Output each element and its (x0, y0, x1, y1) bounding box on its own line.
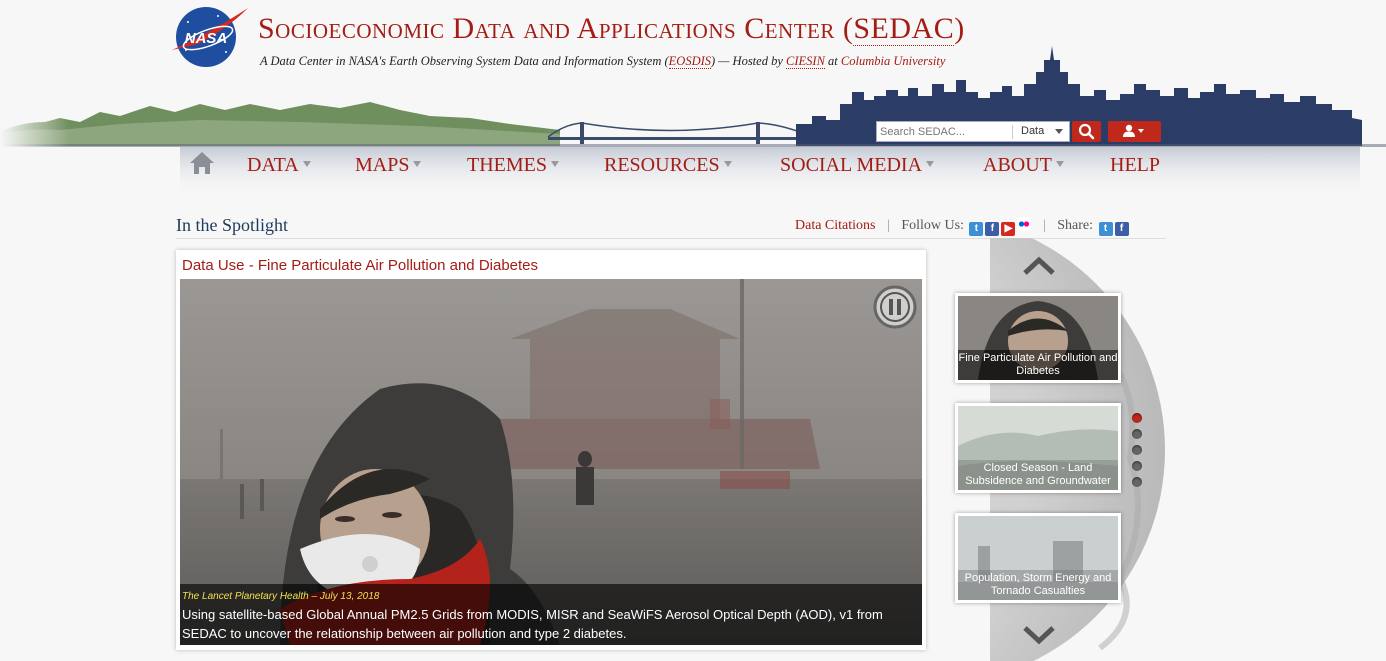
thumbnail-item[interactable]: Fine Particulate Air Pollution and Diabe… (955, 293, 1121, 383)
caret-down-icon (551, 161, 559, 167)
data-citations-link[interactable]: Data Citations (795, 218, 876, 233)
carousel-dot-active[interactable] (1132, 413, 1142, 423)
site-title-abbr: SEDAC (853, 12, 955, 46)
user-menu-button[interactable] (1108, 121, 1161, 142)
nav-data-label: DATA (247, 154, 299, 176)
ciesin-link[interactable]: CIESIN (786, 54, 825, 69)
slide-caption: The Lancet Planetary Health – July 13, 2… (180, 584, 922, 645)
thumbnail-label: Fine Particulate Air Pollution and Diabe… (958, 350, 1118, 380)
caret-down-icon (926, 161, 935, 167)
share-label: Share: (1057, 218, 1094, 233)
thumbnail-label: Population, Storm Energy and Tornado Cas… (958, 570, 1118, 600)
carousel-down-arrow-icon[interactable] (1022, 623, 1056, 647)
caret-down-icon (302, 161, 311, 167)
search-input[interactable] (880, 124, 1006, 139)
divider: | (1042, 218, 1046, 233)
carousel-dot[interactable] (1132, 445, 1142, 455)
follow-us-label: Follow Us: (901, 218, 964, 233)
spotlight-slide[interactable]: Data Use - Fine Particulate Air Pollutio… (176, 250, 926, 650)
tagline-part2: ) — Hosted by (711, 54, 787, 68)
tagline-part1: A Data Center in NASA's Earth Observing … (260, 54, 669, 68)
site-title-end: ) (954, 12, 965, 45)
caption-text: Using satellite-based Global Annual PM2.… (182, 607, 883, 641)
home-icon[interactable] (188, 150, 216, 176)
pause-button[interactable] (873, 285, 917, 329)
nav-social-media-label: SOCIAL MEDIA (780, 154, 923, 176)
nav-help[interactable]: HELP (1110, 154, 1160, 177)
divider: | (887, 218, 890, 233)
carousel-up-arrow-icon[interactable] (1022, 254, 1056, 278)
nav-themes-label: THEMES (467, 154, 547, 176)
nav-resources[interactable]: RESOURCES (604, 154, 732, 177)
slide-title-link[interactable]: Data Use - Fine Particulate Air Pollutio… (182, 257, 538, 274)
carousel-dot[interactable] (1132, 461, 1142, 471)
svg-text:NASA: NASA (185, 30, 228, 47)
facebook-icon[interactable]: f (985, 222, 1000, 236)
nav-social-media[interactable]: SOCIAL MEDIA (780, 154, 935, 177)
spotlight-heading: In the Spotlight (176, 215, 288, 235)
carousel-dot[interactable] (1132, 477, 1142, 487)
caption-source: The Lancet Planetary Health – July 13, 2… (182, 591, 380, 602)
nasa-logo[interactable]: NASA (168, 4, 250, 68)
search-button[interactable] (1072, 121, 1101, 142)
nav-themes[interactable]: THEMES (467, 154, 559, 177)
carousel-dot[interactable] (1132, 429, 1142, 439)
caret-down-icon (1055, 161, 1064, 167)
search-scope-select[interactable]: Data (1021, 125, 1044, 137)
user-icon (1123, 124, 1144, 137)
nav-resources-label: RESOURCES (604, 154, 720, 176)
caret-down-icon (723, 161, 732, 167)
search-divider (1012, 125, 1013, 139)
youtube-icon[interactable]: ▶ (1001, 222, 1016, 236)
chevron-down-icon[interactable] (1055, 129, 1063, 134)
search-icon (1078, 123, 1095, 140)
tagline-part3: at (824, 54, 841, 68)
nav-help-label: HELP (1110, 154, 1160, 176)
twitter-icon[interactable]: t (969, 222, 984, 236)
site-title-main: Socioeconomic Data and Applications Cent… (258, 12, 854, 45)
site-title[interactable]: Socioeconomic Data and Applications Cent… (258, 12, 965, 46)
facebook-share-icon[interactable]: f (1114, 222, 1129, 236)
site-tagline: A Data Center in NASA's Earth Observing … (260, 54, 945, 69)
twitter-share-icon[interactable]: t (1098, 222, 1113, 236)
social-links-bar: Data Citations | Follow Us: t f ▶ | Share:… (795, 217, 1129, 236)
search-box: Data (876, 121, 1070, 142)
thumbnail-item[interactable]: Closed Season - Land Subsidence and Grou… (955, 403, 1121, 493)
flickr-icon[interactable] (1017, 217, 1032, 231)
columbia-link[interactable]: Columbia University (841, 54, 946, 68)
nav-about[interactable]: ABOUT (983, 154, 1064, 177)
thumbnail-label: Closed Season - Land Subsidence and Grou… (958, 460, 1118, 490)
nav-maps[interactable]: MAPS (355, 154, 422, 177)
thumbnail-item[interactable]: Population, Storm Energy and Tornado Cas… (955, 513, 1121, 603)
caret-down-icon (413, 161, 422, 167)
nav-about-label: ABOUT (983, 154, 1052, 176)
nav-maps-label: MAPS (355, 154, 410, 176)
nav-data[interactable]: DATA (247, 154, 311, 177)
eosdis-link[interactable]: EOSDIS (668, 54, 712, 69)
